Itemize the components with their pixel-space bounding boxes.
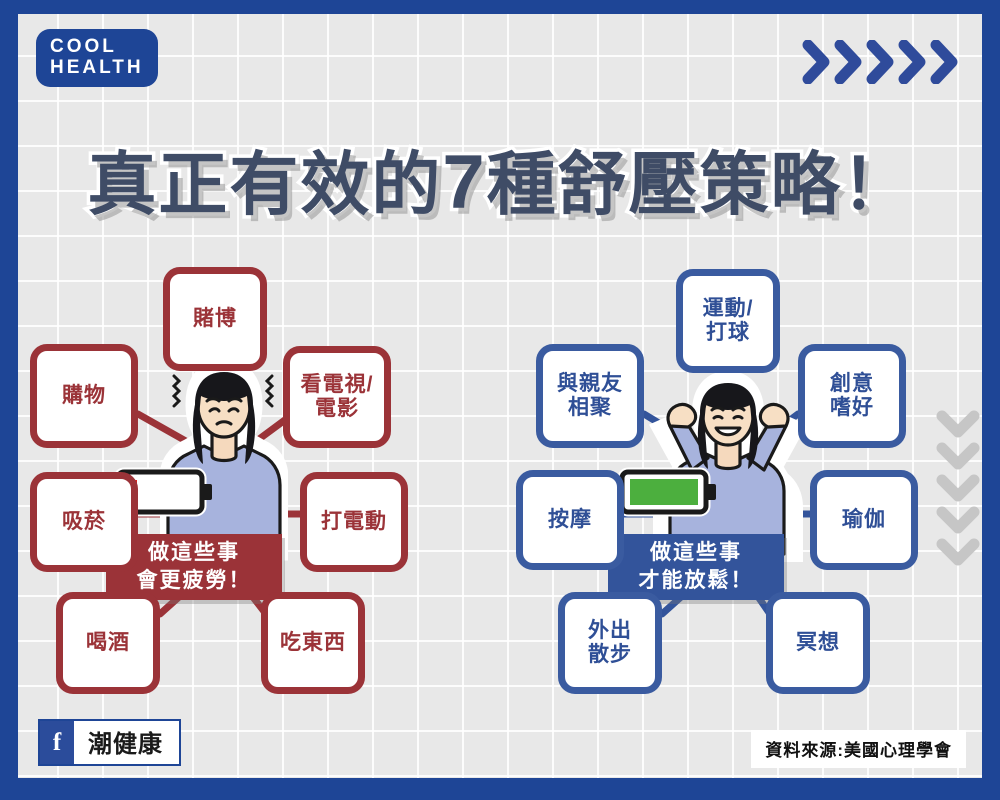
card-watch-tv-movies[interactable]: 看電視/電影 [283,346,391,448]
card-label: 看電視/電影 [300,372,374,420]
chevron-down-icon [936,474,980,502]
chevron-down-icon [936,410,980,438]
card-gather-with-family-friends[interactable]: 與親友 相聚 [536,344,644,448]
card-label: 創意 嗜好 [830,371,874,419]
tired-woman-figure [160,359,288,561]
card-label: 喝酒 [86,630,130,654]
card-label: 吸菸 [62,509,106,533]
chevron-down-icon [936,538,980,566]
full-battery-icon [618,467,716,517]
right-banner-line2: 才能放鬆！ [638,569,754,592]
stress-relieving-cluster: 做這些事 才能放鬆！ 運動/打球與親友 相聚 創意 嗜好按摩 瑜伽外出 散步 冥想 [498,14,968,754]
card-meditation[interactable]: 冥想 [766,592,870,694]
card-massage[interactable]: 按摩 [516,470,624,570]
chevron-down-icon [936,506,980,534]
infographic-page: COOL HEALTH 真正有效的7種舒壓策略！ 做這些事 會更疲勞！ 賭博 購… [0,0,1000,800]
card-label: 冥想 [796,630,840,654]
card-eating-food[interactable]: 吃東西 [261,592,365,694]
card-drinking-alcohol[interactable]: 喝酒 [56,592,160,694]
happy-woman-figure [648,370,808,562]
card-label: 購物 [62,383,106,407]
card-label: 與親友 相聚 [557,371,623,419]
infographic-canvas: COOL HEALTH 真正有效的7種舒壓策略！ 做這些事 會更疲勞！ 賭博 購… [18,14,982,778]
card-walk-outdoors[interactable]: 外出 散步 [558,592,662,694]
card-label: 打電動 [321,509,387,533]
card-label: 吃東西 [280,630,346,654]
side-chevron-decoration [936,410,980,570]
card-yoga[interactable]: 瑜伽 [810,470,918,570]
card-label: 按摩 [548,507,592,531]
left-banner-line1: 做這些事 [148,540,240,564]
card-label: 運動/打球 [702,296,754,344]
card-label: 外出 散步 [588,618,632,666]
card-video-games[interactable]: 打電動 [300,472,408,572]
left-banner-line2: 會更疲勞！ [136,569,252,592]
facebook-icon: f [40,721,74,764]
right-banner: 做這些事 才能放鬆！ [608,534,784,600]
chevron-down-icon [936,442,980,470]
card-creative-hobby[interactable]: 創意 嗜好 [798,344,906,448]
stress-increasing-cluster: 做這些事 會更疲勞！ 賭博購物 看電視/電影吸菸 打電動喝酒 吃東西 [28,14,498,754]
card-label: 賭博 [193,306,237,330]
source-attribution: 資料來源:美國心理學會 [751,730,966,768]
card-label: 瑜伽 [842,507,886,531]
card-smoking[interactable]: 吸菸 [30,472,138,572]
card-shopping[interactable]: 購物 [30,344,138,448]
facebook-page-name: 潮健康 [88,731,163,758]
facebook-badge[interactable]: f 潮健康 [38,719,181,766]
right-banner-line1: 做這些事 [650,540,742,564]
card-exercise-ball-sports[interactable]: 運動/打球 [676,269,780,373]
card-gambling[interactable]: 賭博 [163,267,267,371]
